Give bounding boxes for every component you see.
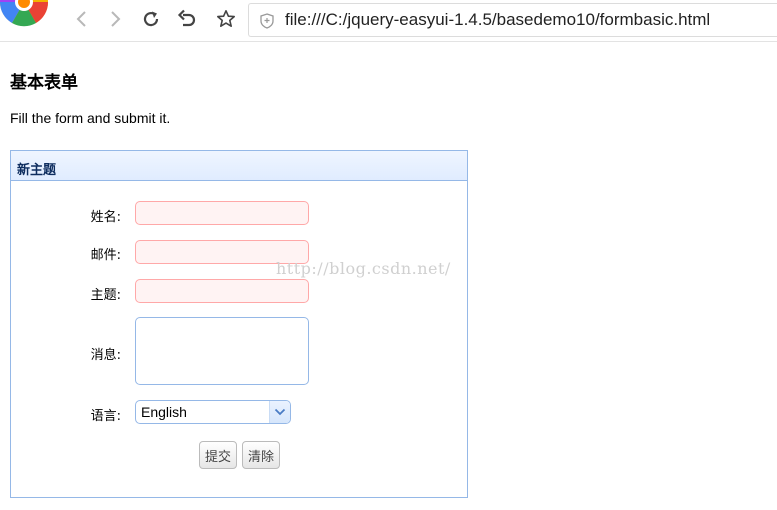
subject-input[interactable] bbox=[135, 279, 309, 303]
reload-icon[interactable] bbox=[140, 8, 162, 30]
clear-button[interactable]: 清除 bbox=[242, 441, 280, 469]
star-icon[interactable] bbox=[215, 8, 237, 30]
name-label: 姓名: bbox=[90, 210, 121, 225]
toolbar-divider bbox=[0, 41, 777, 42]
shield-icon[interactable] bbox=[260, 13, 274, 29]
url-text[interactable]: file:///C:/jquery-easyui-1.4.5/basedemo1… bbox=[285, 10, 710, 30]
subject-label: 主题: bbox=[90, 288, 121, 303]
forward-arrow-icon[interactable] bbox=[104, 8, 126, 30]
submit-button[interactable]: 提交 bbox=[199, 441, 237, 469]
language-label: 语言: bbox=[90, 409, 121, 424]
page-title: 基本表单 bbox=[10, 73, 78, 93]
email-label: 邮件: bbox=[90, 248, 121, 263]
back-arrow-icon[interactable] bbox=[71, 8, 93, 30]
chevron-down-icon[interactable] bbox=[269, 401, 290, 423]
panel-header: 新主题 bbox=[11, 151, 467, 181]
watermark-text: http://blog.csdn.net/ bbox=[276, 259, 451, 278]
message-textarea[interactable] bbox=[135, 317, 309, 385]
name-input[interactable] bbox=[135, 201, 309, 225]
form-panel: 新主题 姓名: 邮件: 主题: 消息: 语言: English 提交 清除 bbox=[10, 150, 468, 498]
message-label: 消息: bbox=[90, 348, 121, 363]
browser-toolbar: file:///C:/jquery-easyui-1.4.5/basedemo1… bbox=[0, 0, 777, 42]
browser-logo-icon bbox=[0, 0, 48, 32]
undo-icon[interactable] bbox=[176, 8, 198, 30]
address-bar[interactable]: file:///C:/jquery-easyui-1.4.5/basedemo1… bbox=[248, 3, 777, 37]
panel-title: 新主题 bbox=[17, 163, 57, 178]
language-value[interactable]: English bbox=[141, 404, 187, 420]
language-select[interactable]: English bbox=[135, 400, 291, 424]
page-intro: Fill the form and submit it. bbox=[10, 110, 171, 126]
